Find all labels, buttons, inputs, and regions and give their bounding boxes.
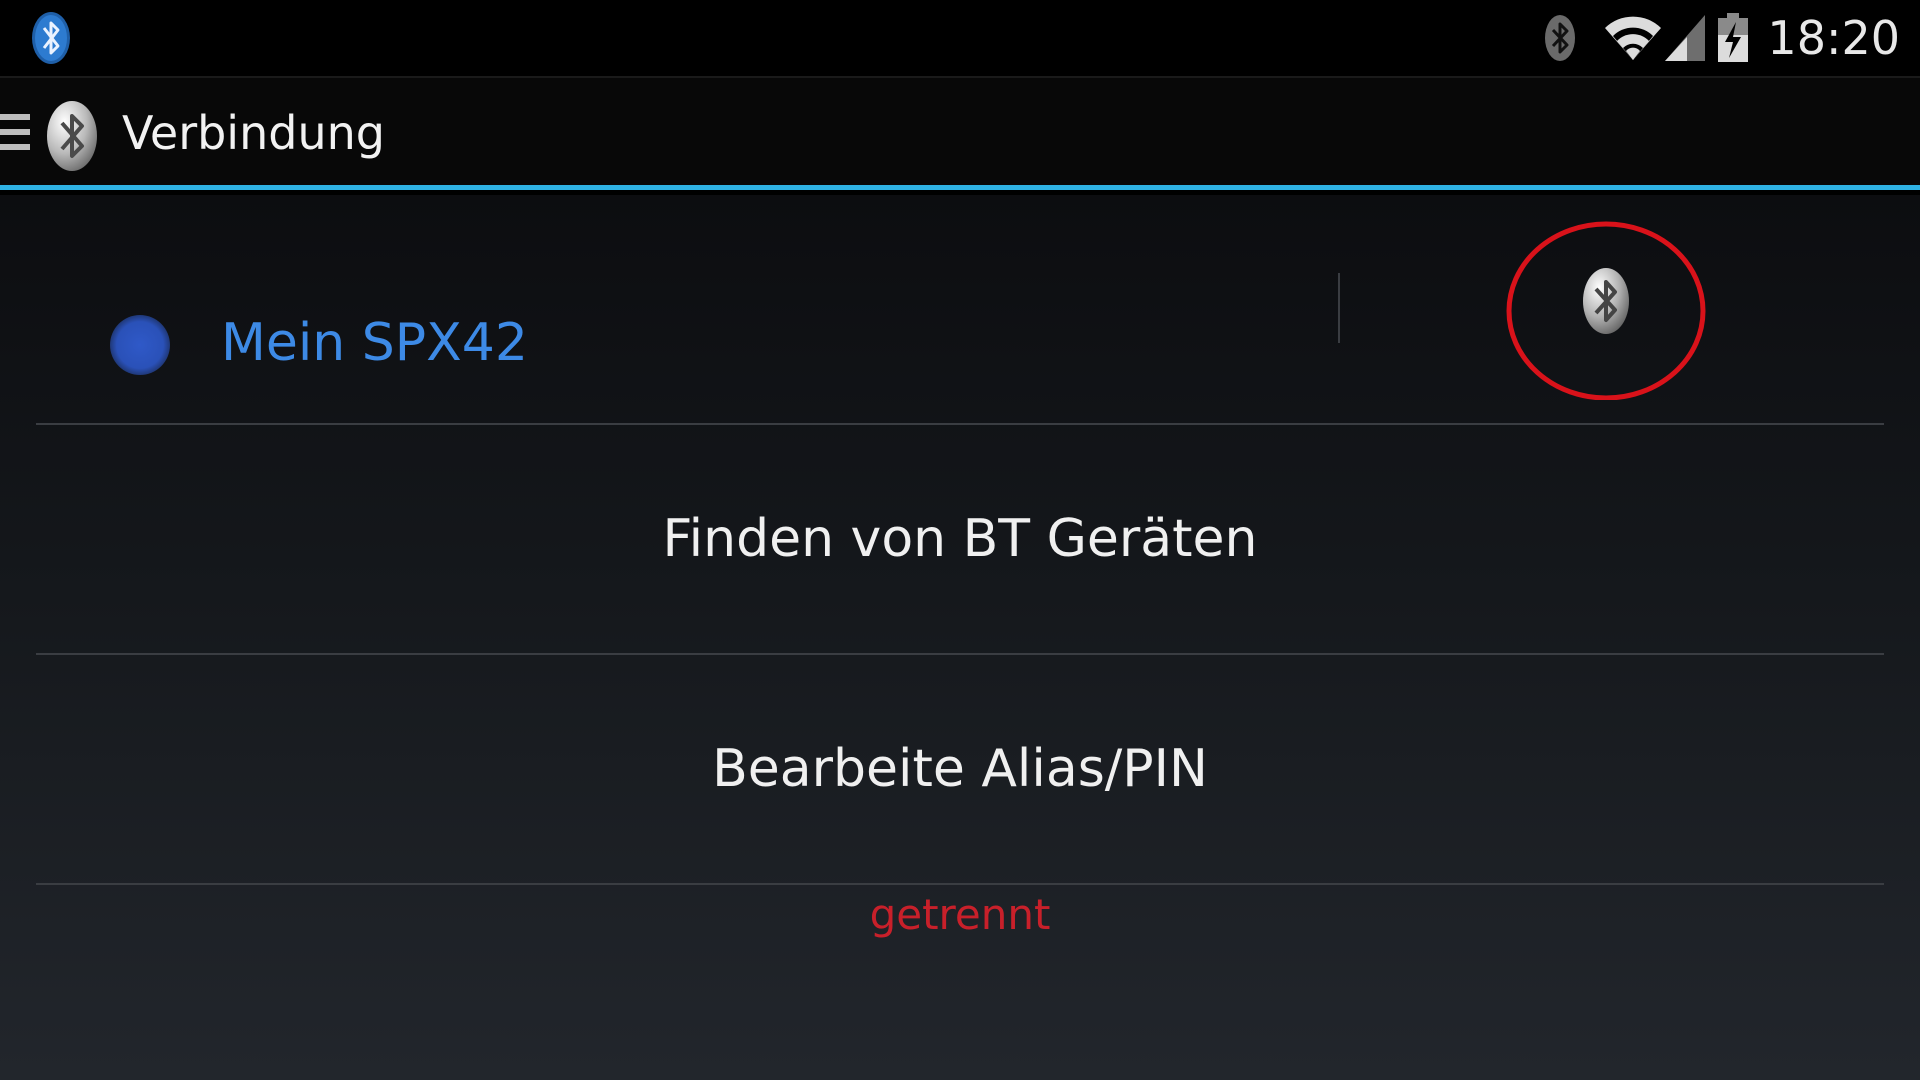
edit-alias-pin-label: Bearbeite Alias/PIN [712, 739, 1208, 799]
row-divider [36, 883, 1884, 885]
drawer-menu-icon[interactable] [0, 114, 30, 158]
action-bar-accent-line [0, 185, 1920, 190]
device-name: Mein SPX42 [221, 313, 528, 373]
page-title: Verbindung [122, 106, 385, 160]
bluetooth-icon [1545, 15, 1576, 61]
clock: 18:20 [1767, 11, 1900, 65]
bluetooth-app-logo-icon[interactable] [44, 98, 100, 174]
action-bar: Verbindung [0, 78, 1920, 190]
connection-status-text: getrennt [869, 890, 1051, 939]
discover-devices-label: Finden von BT Geräten [662, 509, 1258, 569]
vertical-divider [1338, 273, 1340, 343]
bluetooth-app-icon [32, 12, 70, 64]
app-screen: 18:20 Verbindung Mein SPX42 Finden von B… [0, 0, 1920, 1080]
discover-devices-button[interactable]: Finden von BT Geräten [36, 425, 1884, 653]
connection-indicator-dot [110, 315, 170, 375]
battery-charging-icon [1718, 13, 1749, 62]
bluetooth-icon [1583, 268, 1629, 334]
edit-alias-pin-button[interactable]: Bearbeite Alias/PIN [36, 655, 1884, 883]
wifi-icon [1605, 16, 1662, 61]
main-content: Mein SPX42 Finden von BT Geräten Bearbei… [0, 195, 1920, 1080]
status-bar: 18:20 [0, 0, 1920, 78]
signal-icon [1665, 15, 1706, 61]
bluetooth-connect-button[interactable] [1506, 220, 1706, 400]
status-icons: 18:20 [1543, 0, 1900, 76]
device-row[interactable]: Mein SPX42 [36, 195, 1884, 423]
